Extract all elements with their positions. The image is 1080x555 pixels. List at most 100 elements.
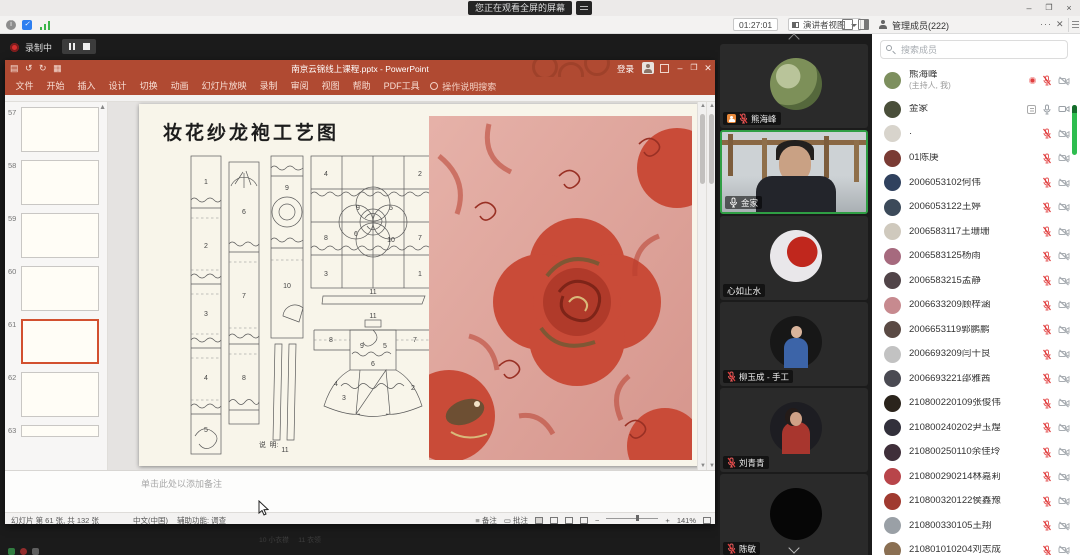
camera-muted-icon[interactable] <box>1058 374 1070 384</box>
ppt-restore-button[interactable]: ❐ <box>687 63 701 72</box>
video-tile[interactable]: 心如止水 <box>720 216 868 300</box>
slide-thumbnail[interactable]: 57 <box>5 107 107 154</box>
mic-muted-icon[interactable] <box>1042 226 1052 237</box>
ribbon-tab[interactable]: 视图 <box>315 77 346 95</box>
camera-muted-icon[interactable] <box>1058 178 1070 188</box>
camera-muted-icon[interactable] <box>1058 300 1070 310</box>
mic-muted-icon[interactable] <box>1042 349 1052 360</box>
mic-muted-icon[interactable] <box>1042 202 1052 213</box>
member-row[interactable]: 熊海峰 (主持人, 我) <box>872 64 1080 97</box>
ppt-minimize-button[interactable]: – <box>673 63 687 73</box>
member-row[interactable]: 210801010204刘志成 <box>872 538 1080 555</box>
slide-thumbnail[interactable]: 58 <box>5 160 107 207</box>
comments-toggle[interactable]: ▭ 批注 <box>504 515 528 526</box>
slide-thumbnail[interactable]: 62 <box>5 372 107 419</box>
window-minimize-button[interactable]: – <box>1022 2 1036 14</box>
slide-thumbnail[interactable]: 60 <box>5 266 107 313</box>
camera-muted-icon[interactable] <box>1058 398 1070 408</box>
mic-muted-icon[interactable] <box>1042 177 1052 188</box>
menu-icon[interactable] <box>1072 21 1079 22</box>
member-row[interactable]: 210800330105王翔 <box>872 514 1080 539</box>
window-restore-button[interactable]: ❐ <box>1042 2 1056 14</box>
camera-muted-icon[interactable] <box>1058 76 1070 86</box>
video-tile[interactable]: 刘青青 <box>720 388 868 472</box>
camera-muted-icon[interactable] <box>1058 325 1070 335</box>
zoom-out-button[interactable]: − <box>595 516 599 525</box>
member-row[interactable]: 2006653119郭鹏鹏 <box>872 318 1080 343</box>
member-row[interactable]: 210800250110余佳玲 <box>872 440 1080 465</box>
window-close-button[interactable]: × <box>1062 2 1076 14</box>
member-row[interactable]: 210800320122侯鑫豫 <box>872 489 1080 514</box>
ppt-close-button[interactable]: ✕ <box>701 63 715 74</box>
ribbon-tab[interactable]: 设计 <box>102 77 133 95</box>
mic-muted-icon[interactable] <box>1042 398 1052 409</box>
member-row[interactable]: 210800240202尹玉煌 <box>872 416 1080 441</box>
member-row[interactable]: 2006583125杨雨 <box>872 244 1080 269</box>
zoom-in-button[interactable]: + <box>665 516 669 525</box>
tell-me-search[interactable]: 操作说明搜索 <box>430 80 496 93</box>
mic-muted-icon[interactable] <box>1042 471 1052 482</box>
sign-in-button[interactable]: 登录 <box>617 63 634 75</box>
camera-muted-icon[interactable] <box>1058 472 1070 482</box>
shield-icon[interactable]: ✓ <box>22 20 32 30</box>
camera-muted-icon[interactable] <box>1058 276 1070 286</box>
notes-pane[interactable]: 单击此处以添加备注 <box>5 470 715 512</box>
mic-muted-icon[interactable] <box>1042 324 1052 335</box>
mic-muted-icon[interactable] <box>1042 545 1052 555</box>
mic-muted-icon[interactable] <box>1042 128 1052 139</box>
ribbon-tab[interactable]: 文件 <box>9 77 40 95</box>
slideshow-icon[interactable] <box>580 517 588 524</box>
language-indicator[interactable]: 中文(中国) <box>133 515 168 526</box>
slide-thumbnail[interactable]: 63 <box>5 425 107 470</box>
member-row[interactable]: 01陈庚 <box>872 146 1080 171</box>
slide-thumbnail[interactable]: 61 <box>5 319 107 366</box>
notes-toggle[interactable]: ≡ 备注 <box>475 515 496 526</box>
ribbon-tab[interactable]: 审阅 <box>284 77 315 95</box>
mic-icon[interactable] <box>1042 104 1052 115</box>
slide-canvas[interactable]: 妆花纱龙袍工艺图 <box>108 102 706 470</box>
stop-recording-button[interactable] <box>83 43 90 50</box>
member-row[interactable]: 2006583215孟静 <box>872 269 1080 294</box>
slide-thumbnail[interactable]: 59 <box>5 213 107 260</box>
member-row[interactable]: 2006583117王珊珊 <box>872 220 1080 245</box>
pause-recording-button[interactable] <box>69 43 71 50</box>
chevron-down-icon[interactable] <box>788 542 799 553</box>
mic-muted-icon[interactable] <box>1042 75 1052 86</box>
camera-muted-icon[interactable] <box>1058 129 1070 139</box>
camera-muted-icon[interactable] <box>1058 521 1070 531</box>
slide[interactable]: 妆花纱龙袍工艺图 <box>139 104 704 466</box>
info-icon[interactable]: i <box>6 20 16 30</box>
fullscreen-icon[interactable] <box>842 19 853 30</box>
mic-muted-icon[interactable] <box>1042 275 1052 286</box>
ribbon-tab[interactable]: 插入 <box>71 77 102 95</box>
member-row[interactable]: 210800290214林嘉莉 <box>872 465 1080 490</box>
mic-muted-icon[interactable] <box>1042 373 1052 384</box>
accessibility-indicator[interactable]: 辅助功能: 调查 <box>177 515 226 526</box>
mic-muted-icon[interactable] <box>1042 496 1052 507</box>
chevron-up-icon[interactable] <box>788 33 799 44</box>
zoom-slider[interactable] <box>606 518 658 519</box>
reading-view-icon[interactable] <box>565 517 573 524</box>
ribbon-tab[interactable]: 切换 <box>133 77 164 95</box>
fit-slide-icon[interactable] <box>703 517 711 524</box>
account-avatar[interactable] <box>642 62 654 74</box>
member-list-scrollbar[interactable] <box>1072 105 1077 155</box>
ribbon-tab[interactable]: 动画 <box>164 77 195 95</box>
mic-muted-icon[interactable] <box>1042 520 1052 531</box>
video-tile[interactable]: 柳玉成 - 手工 <box>720 302 868 386</box>
video-tile[interactable]: 金家 <box>720 130 868 214</box>
camera-muted-icon[interactable] <box>1058 153 1070 163</box>
canvas-scrollbar[interactable]: ▲▼ <box>697 102 706 470</box>
member-row[interactable]: 2006693209闫十良 <box>872 342 1080 367</box>
ribbon-display-icon[interactable] <box>660 64 669 73</box>
zoom-level[interactable]: 141% <box>677 516 696 525</box>
member-row[interactable]: · <box>872 122 1080 147</box>
member-row[interactable]: 210800220109张俊伟 <box>872 391 1080 416</box>
mic-muted-icon[interactable] <box>1042 153 1052 164</box>
ribbon-tab[interactable]: 开始 <box>40 77 71 95</box>
panel-close-icon[interactable]: ✕ <box>1056 19 1064 30</box>
side-by-side-icon[interactable] <box>858 19 869 30</box>
member-row[interactable]: 金家 <box>872 97 1080 122</box>
camera-muted-icon[interactable] <box>1058 545 1070 555</box>
ribbon-tab[interactable]: PDF工具 <box>377 77 426 95</box>
